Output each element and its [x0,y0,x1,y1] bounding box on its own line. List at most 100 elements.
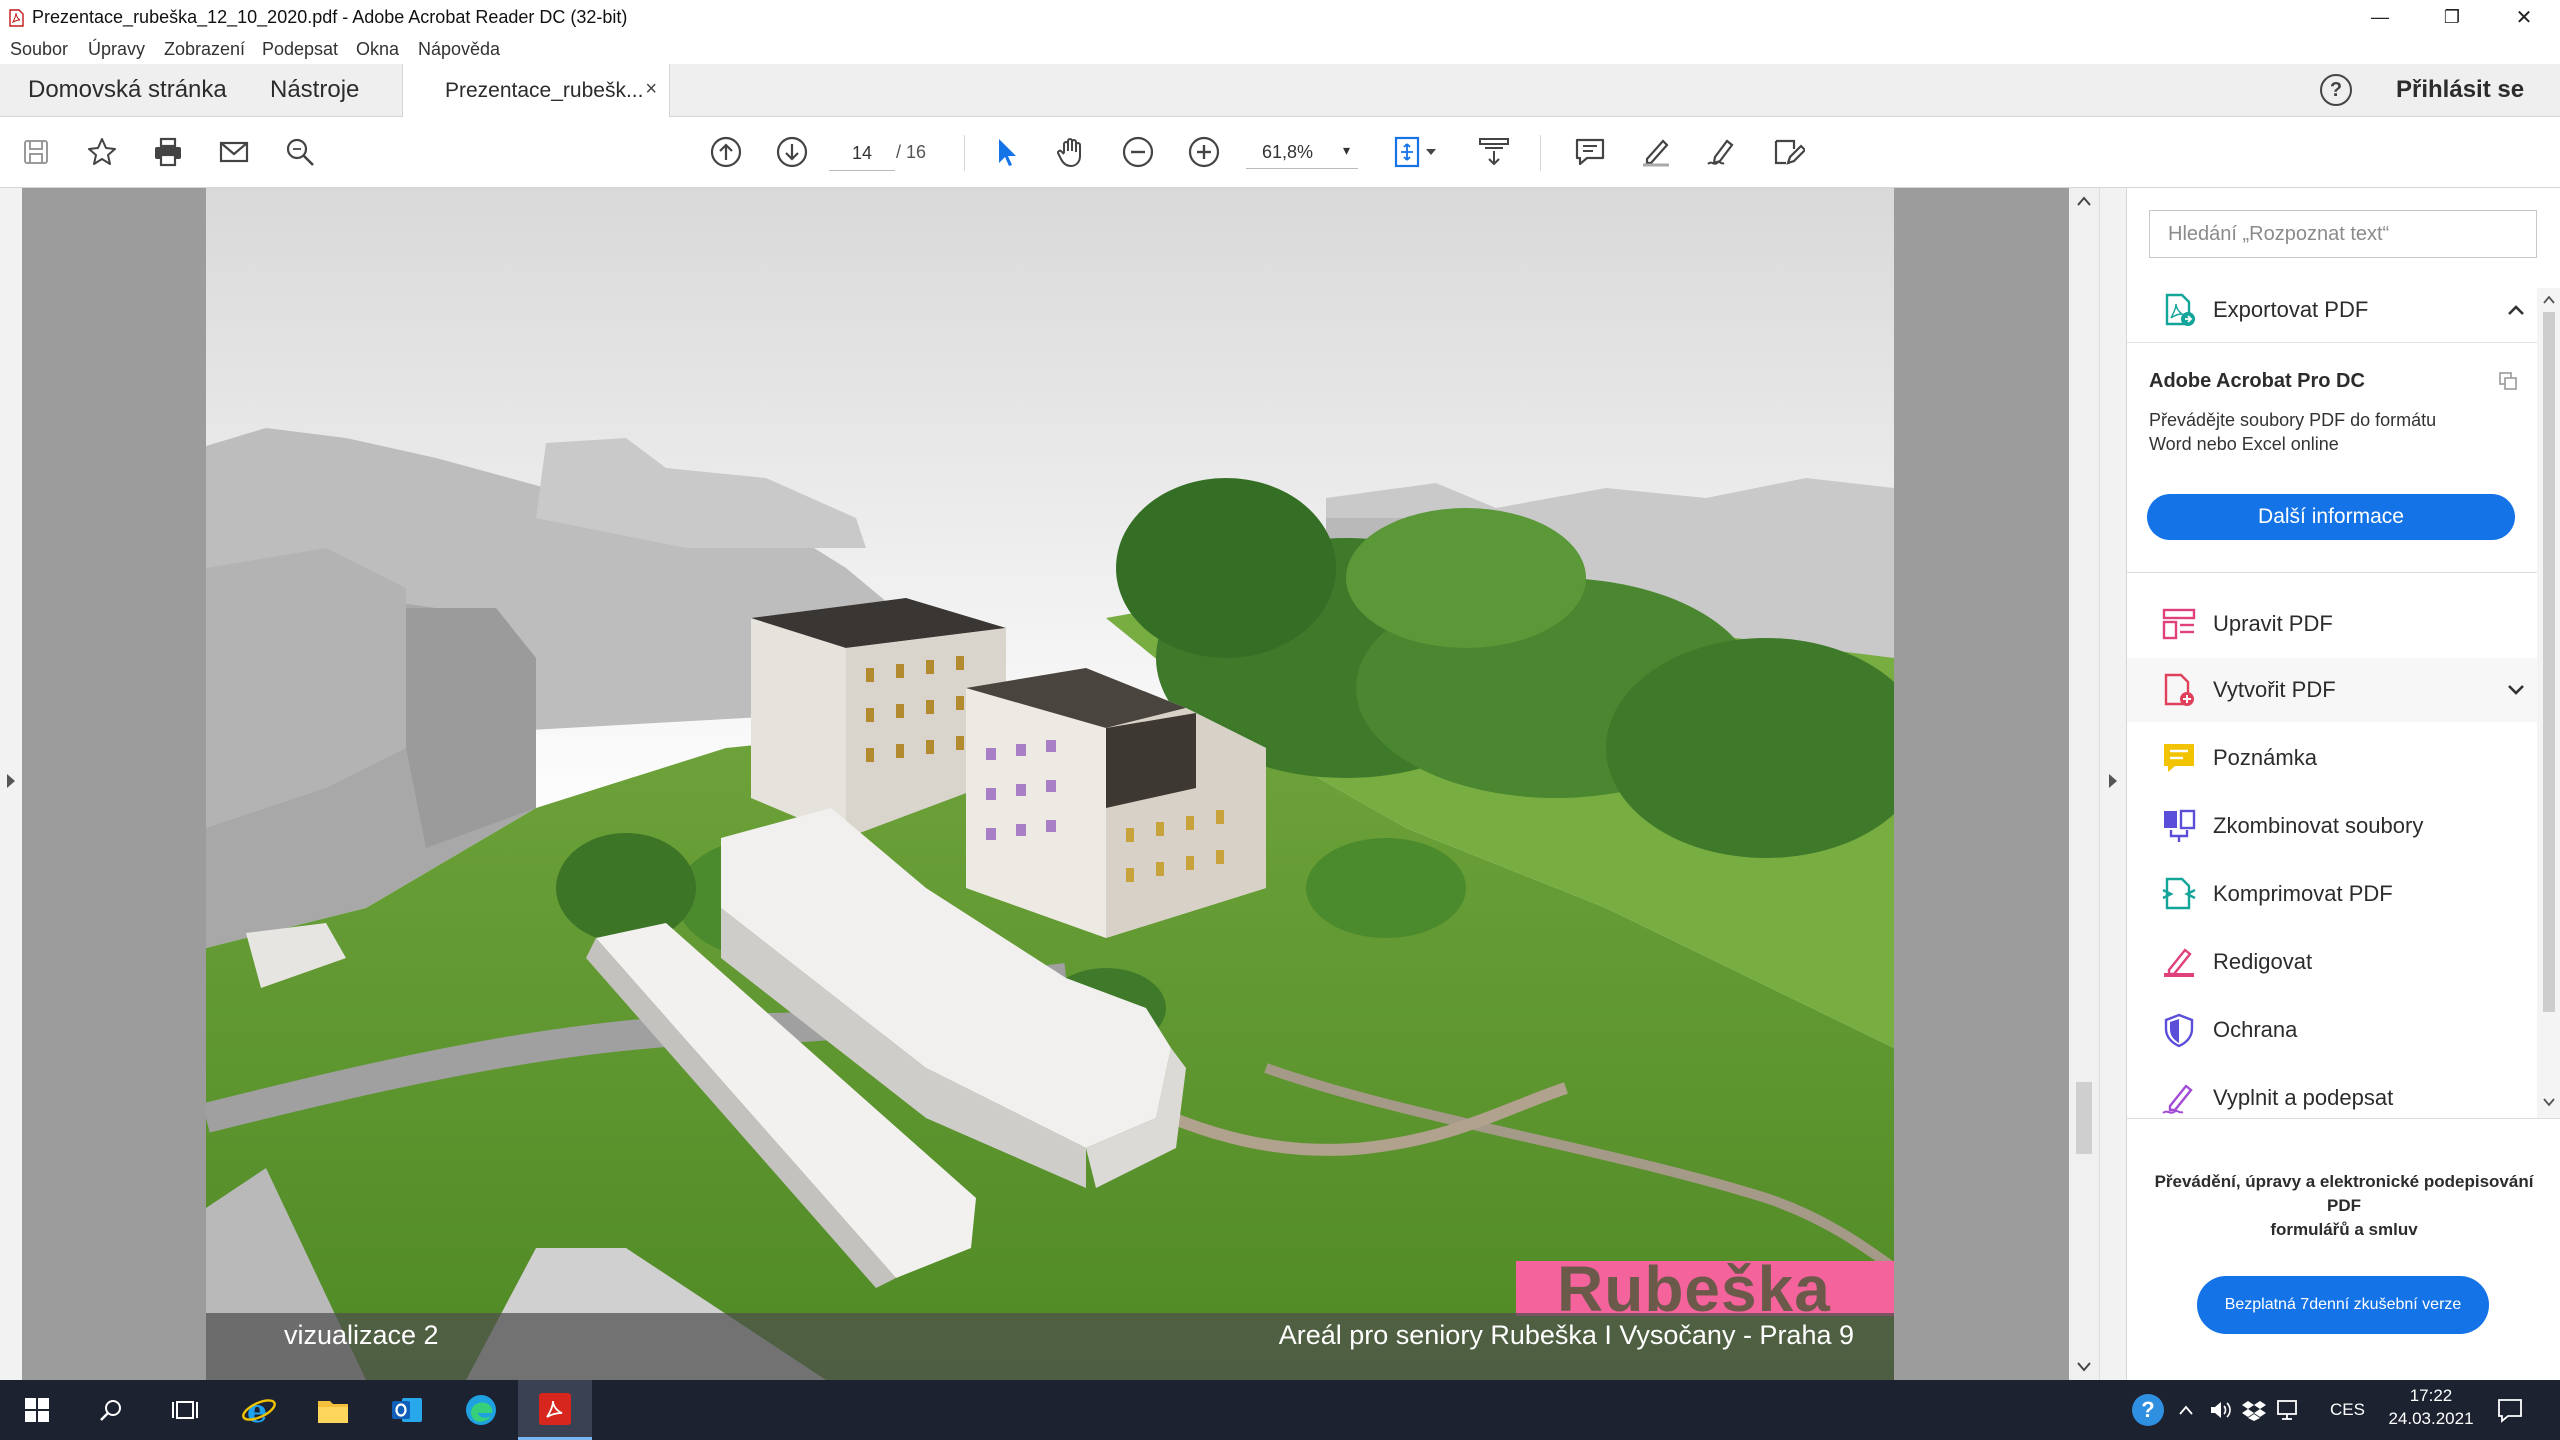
menu-napoveda[interactable]: Nápověda [418,39,500,60]
zoom-level-select[interactable]: 61,8% ▾ [1246,136,1358,169]
outlook-icon[interactable] [370,1380,444,1440]
scrollbar-thumb[interactable] [2076,1082,2092,1154]
language-indicator[interactable]: CES [2330,1400,2365,1420]
acrobat-taskbar-icon[interactable] [518,1380,592,1440]
search-box[interactable] [2149,210,2537,258]
next-page-icon[interactable] [772,132,812,172]
vertical-scrollbar[interactable] [2069,188,2099,1380]
internet-explorer-icon[interactable]: e [222,1380,296,1440]
tool-ochrana[interactable]: Ochrana [2127,998,2537,1062]
sign-pen-icon[interactable] [1702,132,1742,172]
export-pdf-icon [2165,293,2195,326]
email-icon[interactable] [214,132,254,172]
promo-line3: formulářů a smluv [2270,1220,2418,1239]
read-mode-icon[interactable] [1474,132,1514,172]
edge-browser-icon[interactable] [444,1380,518,1440]
restore-button[interactable]: ❐ [2418,0,2486,34]
chevron-down-icon[interactable] [2507,684,2525,696]
menu-podepsat[interactable]: Podepsat [262,39,338,60]
show-hidden-icons-chevron-icon[interactable] [2178,1404,2194,1416]
search-input[interactable] [2150,211,2530,257]
clock-date: 24.03.2021 [2388,1409,2474,1428]
fill-sign-icon [2162,1084,2193,1114]
tab-home[interactable]: Domovská stránka [28,76,227,104]
tool-komprimovat-pdf[interactable]: Komprimovat PDF [2127,862,2537,926]
document-viewer[interactable]: Rubeška vizualizace 2 Areál pro seniory … [22,188,2069,1380]
scrollbar-thumb[interactable] [2543,312,2555,1012]
zoom-out-icon[interactable] [1118,132,1158,172]
windows-taskbar: e ? CES 17:22 24.03.2021 [0,1380,2560,1440]
combine-files-icon [2164,809,2196,842]
close-tab-icon[interactable]: × [645,78,657,101]
export-pdf-title: Exportovat PDF [2213,297,2369,322]
notifications-icon[interactable] [2496,1396,2524,1424]
create-pdf-icon [2164,673,2194,706]
tab-document[interactable]: Prezentace_rubešk... × [402,64,670,117]
scroll-up-icon[interactable] [2077,196,2091,206]
menu-zobrazeni[interactable]: Zobrazení [164,39,245,60]
fit-page-icon[interactable] [1388,132,1444,172]
previous-page-icon[interactable] [706,132,746,172]
search-zoom-icon[interactable] [280,132,320,172]
search-icon[interactable] [74,1380,148,1440]
minimize-button[interactable]: — [2346,0,2414,34]
promo-line1: Převádění, úpravy a elektronické podepis… [2154,1172,2534,1191]
tools-pane: Exportovat PDF Adobe Acrobat Pro DC Přev… [2126,188,2560,1380]
select-cursor-icon[interactable] [986,132,1026,172]
highlight-pen-icon[interactable] [1636,132,1676,172]
menu-soubor[interactable]: Soubor [10,39,68,60]
tool-upravit-pdf[interactable]: Upravit PDF [2127,592,2537,656]
zoom-value: 61,8% [1262,142,1314,162]
tool-vyplnit-a-podepsat[interactable]: Vyplnit a podepsat [2127,1066,2537,1130]
toolbar-divider [1540,135,1541,171]
page-number-input[interactable] [829,136,895,171]
export-pdf-header[interactable]: Exportovat PDF [2127,278,2537,343]
windows-start-icon[interactable] [0,1380,74,1440]
menu-bar: Soubor Úpravy Zobrazení Podepsat Okna Ná… [0,34,2560,64]
star-bookmark-icon[interactable] [82,132,122,172]
scroll-down-icon[interactable] [2077,1362,2091,1372]
document-tab-label: Prezentace_rubešk... [445,79,644,102]
save-icon[interactable] [16,132,56,172]
tab-row: Domovská stránka Nástroje Prezentace_rub… [0,64,2560,117]
menu-upravy[interactable]: Úpravy [88,39,145,60]
help-icon[interactable]: ? [2320,74,2352,106]
comment-icon[interactable] [1570,132,1610,172]
menu-okna[interactable]: Okna [356,39,399,60]
hand-tool-icon[interactable] [1052,132,1092,172]
tool-label: Komprimovat PDF [2213,881,2393,906]
rendered-visualization-image [206,188,1894,1380]
task-view-icon[interactable] [148,1380,222,1440]
tool-vytvorit-pdf[interactable]: Vytvořit PDF [2127,658,2537,722]
help-tray-icon[interactable]: ? [2132,1394,2164,1426]
scroll-down-icon[interactable] [2543,1098,2555,1106]
tool-zkombinovat-soubory[interactable]: Zkombinovat soubory [2127,794,2537,858]
caption-right: Areál pro seniory Rubeška I Vysočany - P… [1278,1320,1854,1350]
volume-icon[interactable] [2208,1398,2232,1422]
print-icon[interactable] [148,132,188,172]
acrobat-pro-promo: Adobe Acrobat Pro DC Převádějte soubory … [2127,344,2537,573]
product-title: Adobe Acrobat Pro DC [2149,370,2365,392]
network-icon[interactable] [2276,1398,2302,1422]
zoom-in-icon[interactable] [1184,132,1224,172]
more-info-button[interactable]: Další informace [2147,494,2515,540]
pdf-page: Rubeška vizualizace 2 Areál pro seniory … [206,188,1894,1380]
free-trial-button[interactable]: Bezplatná 7denní zkušební verze [2197,1276,2489,1334]
right-pane-toggle[interactable] [2099,188,2126,1380]
chevron-right-icon [7,774,15,788]
fill-sign-tool-icon[interactable] [1768,132,1808,172]
tools-scrollbar[interactable] [2537,288,2560,1118]
tab-tools[interactable]: Nástroje [270,76,359,104]
dropbox-icon[interactable] [2242,1398,2266,1422]
copy-icon[interactable] [2497,370,2519,392]
file-explorer-icon[interactable] [296,1380,370,1440]
scroll-up-icon[interactable] [2543,296,2555,304]
sign-in-button[interactable]: Přihlásit se [2396,76,2524,104]
clock[interactable]: 17:22 24.03.2021 [2378,1386,2484,1429]
left-panel-toggle[interactable] [0,188,23,1380]
tool-poznamka[interactable]: Poznámka [2127,726,2537,790]
chevron-up-icon[interactable] [2507,304,2525,316]
close-window-button[interactable]: ✕ [2490,0,2558,34]
tool-redigovat[interactable]: Redigovat [2127,930,2537,994]
comment-icon [2164,744,2194,772]
